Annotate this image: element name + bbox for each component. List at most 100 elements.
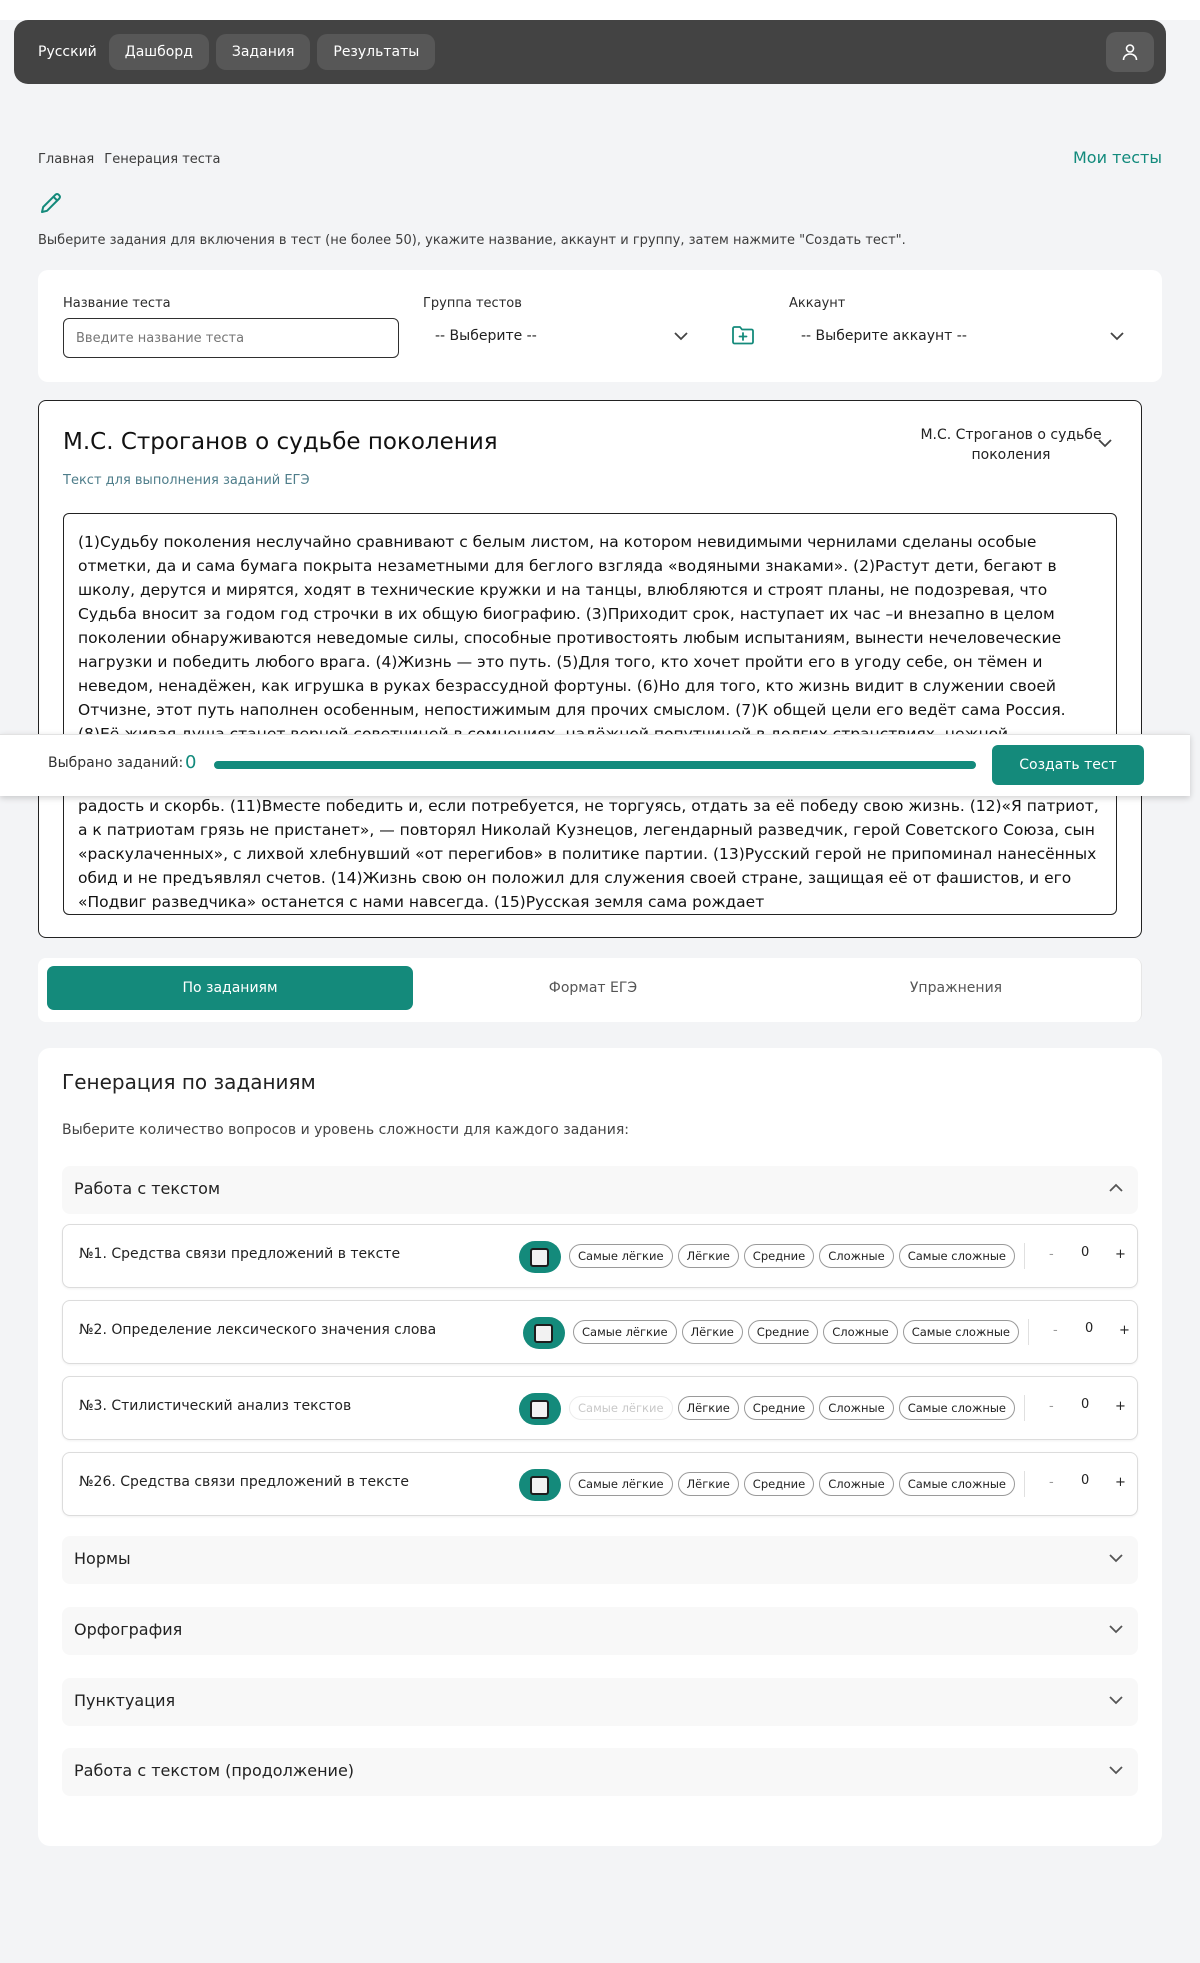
- task-select-toggle[interactable]: [519, 1393, 561, 1425]
- instructions-text: Выберите задания для включения в тест (н…: [38, 233, 906, 248]
- difficulty-chips: Самые лёгкие Лёгкие Средние Сложные Самы…: [569, 1244, 1020, 1268]
- test-settings-card: Название теста Группа тестов -- Выберите…: [38, 270, 1162, 382]
- task-label: №1. Средства связи предложений в тексте: [79, 1246, 401, 1262]
- chevron-up-icon: [1109, 1183, 1123, 1192]
- difficulty-chips: Самые лёгкие Лёгкие Средние Сложные Самы…: [569, 1396, 1020, 1420]
- nav-item-dashboard[interactable]: Дашборд: [108, 34, 209, 70]
- nav-item-results[interactable]: Результаты: [317, 34, 436, 70]
- difficulty-hardest[interactable]: Самые сложные: [898, 1244, 1015, 1268]
- difficulty-medium[interactable]: Средние: [743, 1472, 815, 1496]
- selection-bar: Выбрано заданий: 0 Создать тест: [0, 734, 1190, 796]
- top-navbar: Русский Дашборд Задания Результаты: [14, 20, 1166, 84]
- decrement-button[interactable]: -: [1049, 1399, 1054, 1414]
- selected-count-label: Выбрано заданий:: [48, 755, 184, 771]
- generation-subtitle: Выберите количество вопросов и уровень с…: [62, 1122, 629, 1138]
- task-row: №1. Средства связи предложений в тексте …: [62, 1224, 1138, 1288]
- difficulty-hardest[interactable]: Самые сложные: [898, 1396, 1015, 1420]
- difficulty-medium[interactable]: Средние: [743, 1396, 815, 1420]
- quantity-value[interactable]: 0: [1085, 1321, 1093, 1336]
- folder-plus-icon: [732, 326, 754, 345]
- difficulty-hard[interactable]: Сложные: [819, 1244, 894, 1268]
- increment-button[interactable]: +: [1115, 1475, 1126, 1490]
- difficulty-easy[interactable]: Лёгкие: [677, 1472, 739, 1496]
- difficulty-chips: Самые лёгкие Лёгкие Средние Сложные Самы…: [573, 1320, 1024, 1344]
- difficulty-easy[interactable]: Лёгкие: [677, 1396, 739, 1420]
- difficulty-easiest[interactable]: Самые лёгкие: [573, 1320, 677, 1344]
- selected-count-value: 0: [185, 752, 197, 773]
- difficulty-hardest[interactable]: Самые сложные: [902, 1320, 1019, 1344]
- user-menu-button[interactable]: [1106, 32, 1154, 72]
- increment-button[interactable]: +: [1115, 1399, 1126, 1414]
- text-select[interactable]: М.С. Строганов о судьбе поколения: [901, 425, 1121, 465]
- section-label: Работа с текстом: [74, 1179, 221, 1198]
- breadcrumb: Главная Генерация теста: [38, 152, 220, 167]
- task-label: №26. Средства связи предложений в тексте: [79, 1474, 409, 1490]
- divider: [1028, 1319, 1029, 1345]
- difficulty-medium[interactable]: Средние: [743, 1244, 815, 1268]
- task-row: №2. Определение лексического значения сл…: [62, 1300, 1138, 1364]
- selection-progress-bar: [214, 761, 976, 769]
- task-select-toggle[interactable]: [519, 1469, 561, 1501]
- breadcrumb-home[interactable]: Главная: [38, 152, 94, 167]
- quantity-value[interactable]: 0: [1081, 1473, 1089, 1488]
- section-label: Работа с текстом (продолжение): [74, 1761, 355, 1780]
- task-select-toggle[interactable]: [519, 1241, 561, 1273]
- task-label: №2. Определение лексического значения сл…: [79, 1322, 437, 1338]
- section-norms[interactable]: Нормы: [62, 1536, 1138, 1584]
- difficulty-hardest[interactable]: Самые сложные: [898, 1472, 1015, 1496]
- divider: [1024, 1471, 1025, 1497]
- difficulty-hard[interactable]: Сложные: [819, 1472, 894, 1496]
- section-text-work-continued[interactable]: Работа с текстом (продолжение): [62, 1748, 1138, 1796]
- section-label: Орфография: [74, 1620, 183, 1639]
- tab-by-tasks[interactable]: По заданиям: [47, 966, 413, 1010]
- account-select[interactable]: -- Выберите аккаунт --: [789, 318, 1139, 354]
- generation-title: Генерация по заданиям: [62, 1070, 316, 1094]
- test-name-input[interactable]: [63, 318, 399, 358]
- quantity-value[interactable]: 0: [1081, 1397, 1089, 1412]
- language-switch[interactable]: Русский: [24, 44, 109, 60]
- decrement-button[interactable]: -: [1049, 1247, 1054, 1262]
- difficulty-easy[interactable]: Лёгкие: [681, 1320, 743, 1344]
- difficulty-hard[interactable]: Сложные: [823, 1320, 898, 1344]
- decrement-button[interactable]: -: [1053, 1323, 1058, 1338]
- quantity-value[interactable]: 0: [1081, 1245, 1089, 1260]
- nav-item-tasks[interactable]: Задания: [215, 34, 311, 70]
- difficulty-easy[interactable]: Лёгкие: [677, 1244, 739, 1268]
- increment-button[interactable]: +: [1115, 1247, 1126, 1262]
- section-label: Пунктуация: [74, 1691, 176, 1710]
- chevron-down-icon: [1109, 1625, 1123, 1634]
- account-value: -- Выберите аккаунт --: [801, 328, 967, 344]
- decrement-button[interactable]: -: [1049, 1475, 1054, 1490]
- section-punctuation[interactable]: Пунктуация: [62, 1678, 1138, 1726]
- pencil-icon[interactable]: [38, 190, 64, 220]
- tab-exercises[interactable]: Упражнения: [773, 966, 1139, 1010]
- account-label: Аккаунт: [789, 296, 846, 311]
- tab-ege-format[interactable]: Формат ЕГЭ: [413, 966, 773, 1010]
- user-icon: [1122, 44, 1138, 61]
- section-text-work[interactable]: Работа с текстом: [62, 1166, 1138, 1214]
- increment-button[interactable]: +: [1119, 1323, 1130, 1338]
- section-orthography[interactable]: Орфография: [62, 1607, 1138, 1655]
- difficulty-easiest[interactable]: Самые лёгкие: [569, 1244, 673, 1268]
- task-select-toggle[interactable]: [523, 1317, 565, 1349]
- text-title: М.С. Строганов о судьбе поколения: [63, 429, 498, 455]
- chevron-down-icon: [1110, 332, 1124, 341]
- difficulty-easiest[interactable]: Самые лёгкие: [569, 1472, 673, 1496]
- generation-mode-tabs: По заданиям Формат ЕГЭ Упражнения: [38, 958, 1142, 1022]
- text-body[interactable]: (1)Судьбу поколения неслучайно сравниваю…: [63, 513, 1117, 915]
- text-subtitle: Текст для выполнения заданий ЕГЭ: [63, 473, 310, 488]
- divider: [1024, 1395, 1025, 1421]
- top-band: [0, 0, 1200, 20]
- create-test-button[interactable]: Создать тест: [992, 745, 1144, 785]
- difficulty-hard[interactable]: Сложные: [819, 1396, 894, 1420]
- my-tests-link[interactable]: Мои тесты: [1073, 148, 1162, 167]
- chevron-down-icon[interactable]: [1097, 437, 1113, 449]
- task-row: №26. Средства связи предложений в тексте…: [62, 1452, 1138, 1516]
- difficulty-medium[interactable]: Средние: [747, 1320, 819, 1344]
- add-group-button[interactable]: [731, 324, 755, 350]
- task-label: №3. Стилистический анализ текстов: [79, 1398, 352, 1414]
- difficulty-chips: Самые лёгкие Лёгкие Средние Сложные Самы…: [569, 1472, 1020, 1496]
- chevron-down-icon: [674, 332, 688, 341]
- section-label: Нормы: [74, 1549, 131, 1568]
- test-group-select[interactable]: -- Выберите --: [423, 318, 705, 354]
